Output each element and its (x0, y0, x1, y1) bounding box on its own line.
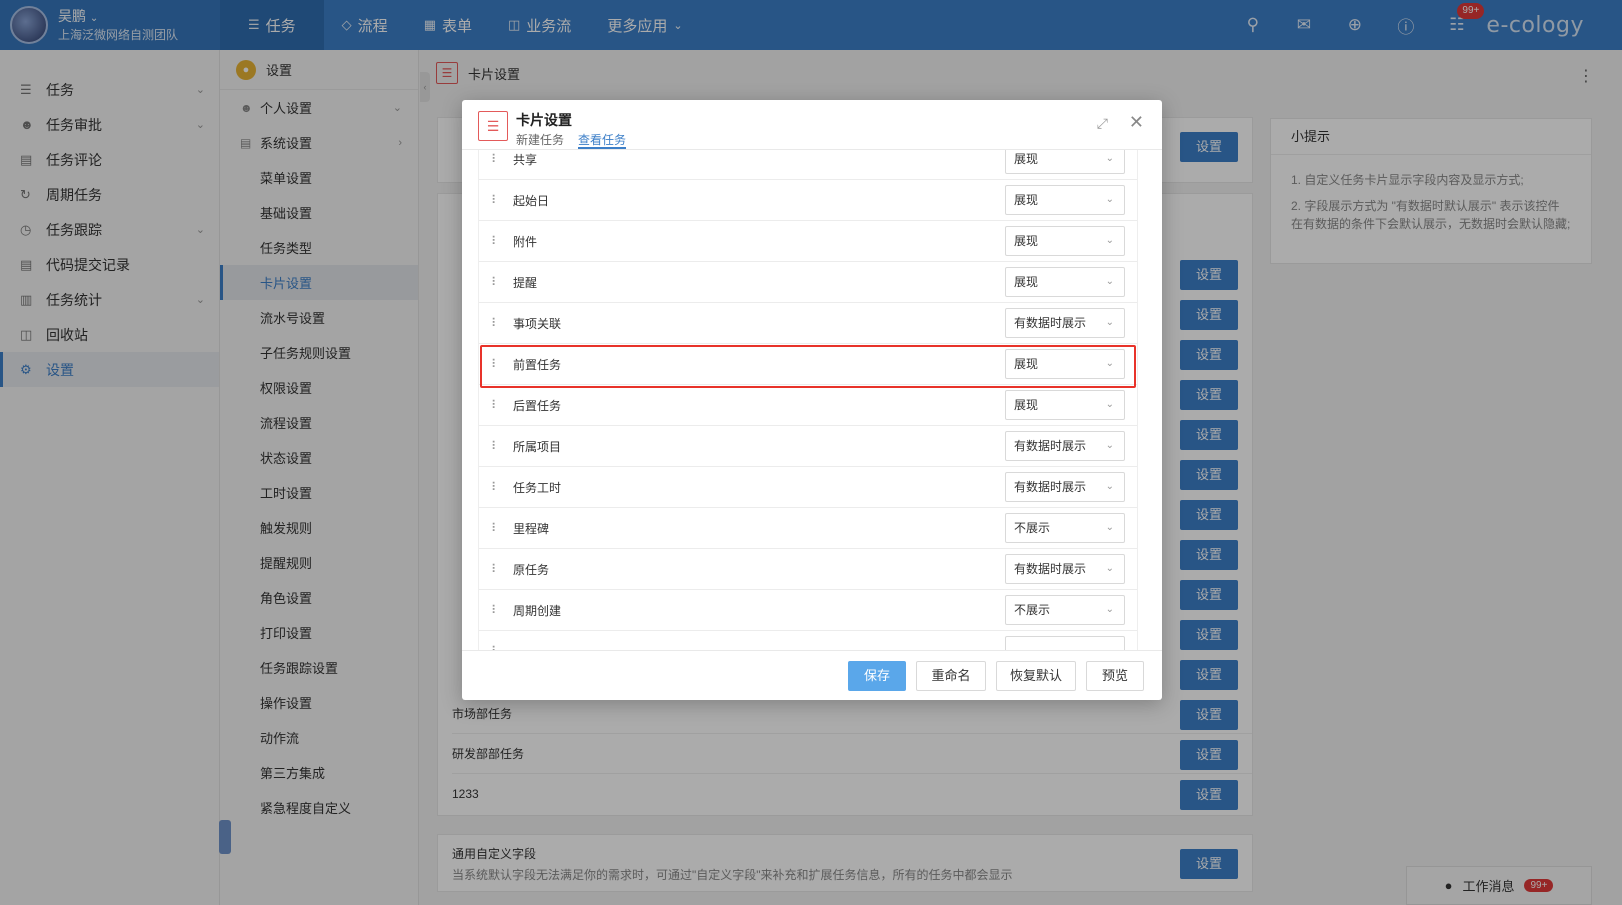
field-row: ⠇ 里程碑 不展示 ⌄ (479, 508, 1137, 549)
select-value: 有数据时展示 (1014, 439, 1087, 453)
chevron-down-icon: ⌄ (1105, 235, 1114, 246)
select-value: 展现 (1014, 193, 1039, 207)
drag-handle-icon[interactable]: ⠇ (491, 480, 511, 494)
field-row: ⠇ 共享 展现 ⌄ (479, 150, 1137, 180)
field-name: 附件 (513, 234, 538, 249)
chevron-down-icon: ⌄ (1105, 317, 1114, 328)
display-mode-select[interactable]: 展现 ⌄ (1005, 226, 1125, 256)
display-mode-select[interactable]: 有数据时展示 ⌄ (1005, 308, 1125, 338)
field-row: ⠇ 所属项目 有数据时展示 ⌄ (479, 426, 1137, 467)
chevron-down-icon: ⌄ (1105, 153, 1114, 164)
field-name: 任务工时 (513, 480, 562, 495)
field-name: 事项关联 (513, 316, 562, 331)
chevron-down-icon: ⌄ (1105, 481, 1114, 492)
chevron-down-icon: ⌄ (1105, 399, 1114, 410)
field-list[interactable]: ⠇ 共享 展现 ⌄ ⠇ 起始日 展现 ⌄ ⠇ 附件 展现 ⌄ ⠇ 提醒 展现 ⌄ ⠇ 事项关联 有数据时展示 ⌄ ⠇ 前置… (478, 150, 1138, 650)
drag-handle-icon[interactable]: ⠇ (491, 439, 511, 453)
display-mode-select[interactable]: 展现 ⌄ (1005, 267, 1125, 297)
field-name: 共享 (513, 152, 538, 167)
field-row: ⠇ 前置任务 展现 ⌄ (479, 344, 1137, 385)
select-value: 有数据时展示 (1014, 480, 1087, 494)
field-row: ⠇ 任务工时 有数据时展示 ⌄ (479, 467, 1137, 508)
field-name: 周期创建 (513, 603, 562, 618)
drag-handle-icon[interactable]: ⠇ (491, 562, 511, 576)
field-row: ⠇ 周期创建 不展示 ⌄ (479, 590, 1137, 631)
select-value: 展现 (1014, 152, 1039, 166)
list-icon: ☰ (478, 111, 508, 141)
drag-handle-icon[interactable]: ⠇ (491, 152, 511, 166)
field-row: ⠇ 后置任务 展现 ⌄ (479, 385, 1137, 426)
field-row: ⠇ 原任务 有数据时展示 ⌄ (479, 549, 1137, 590)
drag-handle-icon[interactable]: ⠇ (491, 316, 511, 330)
drag-handle-icon[interactable]: ⠇ (491, 398, 511, 412)
field-name: 所属项目 (513, 439, 562, 454)
expand-icon[interactable]: ⤢ (1097, 115, 1108, 132)
select-value: 展现 (1014, 275, 1039, 289)
dialog-title: 卡片设置 (516, 112, 572, 128)
display-mode-select[interactable]: 有数据时展示 ⌄ (1005, 554, 1125, 584)
select-value: 展现 (1014, 234, 1039, 248)
select-value: 展现 (1014, 398, 1039, 412)
chevron-down-icon: ⌄ (1105, 358, 1114, 369)
card-settings-dialog: ☰ 卡片设置 新建任务 查看任务 ⤢ ✕ ⠇ 共享 展现 ⌄ ⠇ 起始日 展现 ⌄ ⠇ 附件 展现 ⌄… (462, 100, 1162, 700)
chevron-down-icon: ⌄ (1105, 194, 1114, 205)
close-icon[interactable]: ✕ (1129, 112, 1144, 133)
save-button[interactable]: 保存 (848, 661, 906, 691)
display-mode-select[interactable]: 有数据时展示 ⌄ (1005, 431, 1125, 461)
field-row: ⠇ 提醒 展现 ⌄ (479, 262, 1137, 303)
field-name: 起始日 (513, 193, 550, 208)
drag-handle-icon[interactable]: ⠇ (491, 521, 511, 535)
select-value: 不展示 (1014, 521, 1051, 535)
chevron-down-icon: ⌄ (1105, 276, 1114, 287)
field-name: 原任务 (513, 562, 550, 577)
display-mode-select[interactable] (1005, 636, 1125, 650)
field-name: 后置任务 (513, 398, 562, 413)
display-mode-select[interactable]: 展现 ⌄ (1005, 185, 1125, 215)
display-mode-select[interactable]: 展现 ⌄ (1005, 349, 1125, 379)
field-name: 前置任务 (513, 357, 562, 372)
drag-handle-icon[interactable]: ⠇ (491, 603, 511, 617)
display-mode-select[interactable]: 展现 ⌄ (1005, 390, 1125, 420)
field-row: ⠇ 附件 展现 ⌄ (479, 221, 1137, 262)
display-mode-select[interactable]: 不展示 ⌄ (1005, 513, 1125, 543)
field-row: ⠇ 事项关联 有数据时展示 ⌄ (479, 303, 1137, 344)
display-mode-select[interactable]: 不展示 ⌄ (1005, 595, 1125, 625)
drag-handle-icon[interactable]: ⠇ (491, 275, 511, 289)
field-name: 提醒 (513, 275, 538, 290)
display-mode-select[interactable]: 有数据时展示 ⌄ (1005, 472, 1125, 502)
tab-view-task[interactable]: 查看任务 (578, 131, 627, 149)
chevron-down-icon: ⌄ (1105, 522, 1114, 533)
select-value: 有数据时展示 (1014, 316, 1087, 330)
field-row: ⠇ (479, 631, 1137, 650)
rename-button[interactable]: 重命名 (916, 661, 986, 691)
field-name: 里程碑 (513, 521, 550, 536)
drag-handle-icon[interactable]: ⠇ (491, 234, 511, 248)
chevron-down-icon: ⌄ (1105, 563, 1114, 574)
drag-handle-icon[interactable]: ⠇ (491, 193, 511, 207)
display-mode-select[interactable]: 展现 ⌄ (1005, 150, 1125, 174)
field-row: ⠇ 起始日 展现 ⌄ (479, 180, 1137, 221)
reset-default-button[interactable]: 恢复默认 (996, 661, 1076, 691)
select-value: 有数据时展示 (1014, 562, 1087, 576)
chevron-down-icon: ⌄ (1105, 604, 1114, 615)
select-value: 不展示 (1014, 603, 1051, 617)
preview-button[interactable]: 预览 (1086, 661, 1144, 691)
tab-new-task[interactable]: 新建任务 (516, 131, 564, 149)
chevron-down-icon: ⌄ (1105, 440, 1114, 451)
drag-handle-icon[interactable]: ⠇ (491, 357, 511, 371)
select-value: 展现 (1014, 357, 1039, 371)
